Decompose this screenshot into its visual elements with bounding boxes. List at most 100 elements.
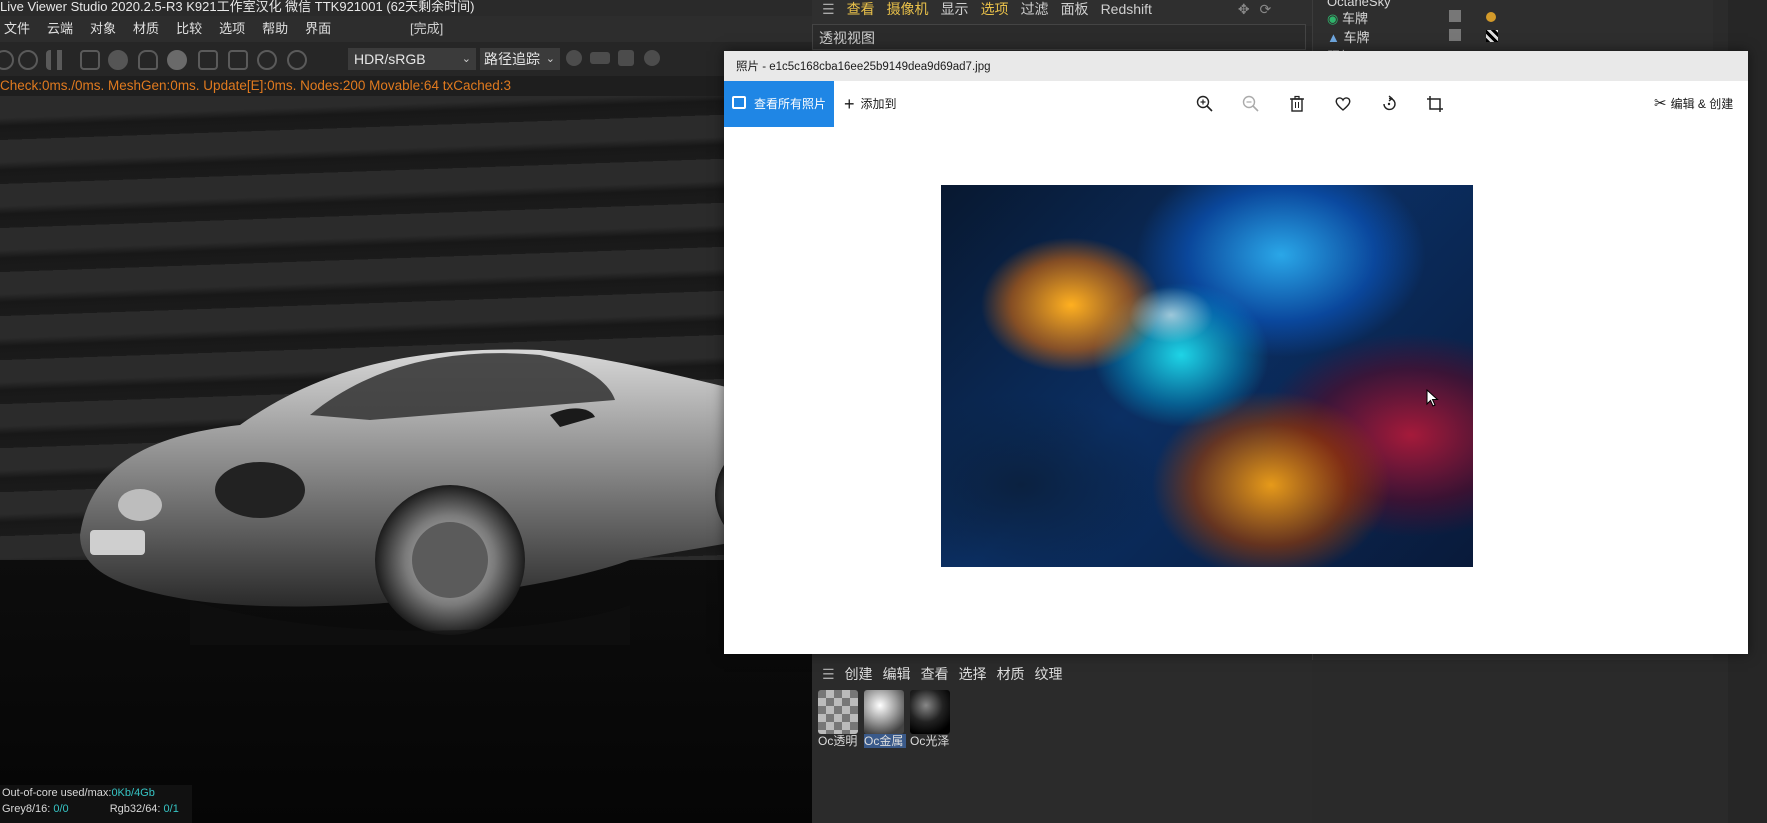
chevron-down-icon: ⌄ <box>545 53 555 65</box>
material-swatch[interactable]: Oc光泽 <box>910 690 950 750</box>
add-to-button[interactable]: + 添加到 <box>844 81 897 127</box>
menu-material[interactable]: 材质 <box>133 21 159 36</box>
photos-app-window: 照片 - e1c5c168cba16ee25b9149dea9d69ad7.jp… <box>724 51 1748 654</box>
clay-mode-icon[interactable] <box>566 50 582 66</box>
material-tag-icon[interactable] <box>1486 30 1498 42</box>
menu-camera[interactable]: 摄像机 <box>887 1 929 17</box>
material-preview <box>910 690 950 734</box>
polygon-object-icon: ▲ <box>1327 30 1340 45</box>
material-name: Oc光泽 <box>910 734 950 748</box>
see-all-label: 查看所有照片 <box>754 97 827 111</box>
menu-filter[interactable]: 过滤 <box>1021 1 1049 17</box>
menu-display[interactable]: 显示 <box>941 1 969 17</box>
menu-help[interactable]: 帮助 <box>262 21 288 36</box>
hamburger-icon[interactable]: ☰ <box>822 1 835 17</box>
zoom-out-icon[interactable] <box>1242 95 1260 113</box>
edit-create-button[interactable]: ✂ 编辑 & 创建 <box>1654 81 1733 127</box>
favorite-icon[interactable] <box>1334 95 1352 113</box>
photos-title-bar: 照片 - e1c5c168cba16ee25b9149dea9d69ad7.jp… <box>724 51 1748 81</box>
mouse-cursor-icon <box>1426 389 1439 407</box>
hamburger-icon[interactable]: ☰ <box>822 666 835 682</box>
film-icon[interactable] <box>590 52 610 64</box>
zoom-in-icon[interactable] <box>1196 95 1214 113</box>
displayed-photo[interactable] <box>941 185 1473 567</box>
ooc-label: Out-of-core used/max: <box>2 787 112 799</box>
memory-stats: Out-of-core used/max:0Kb/4Gb Grey8/16: 0… <box>0 785 192 823</box>
menu-compare[interactable]: 比较 <box>176 21 202 36</box>
menu-view[interactable]: 查看 <box>921 666 949 682</box>
window-title: Live Viewer Studio 2020.2.5-R3 K921工作室汉化… <box>0 0 812 16</box>
material-name: Oc透明 <box>818 734 858 748</box>
live-viewer-window: Live Viewer Studio 2020.2.5-R3 K921工作室汉化… <box>0 0 812 823</box>
render-mode-select[interactable]: 路径追踪 ⌄ <box>480 48 560 70</box>
camera-icon[interactable] <box>618 50 634 66</box>
material-swatch[interactable]: Oc金属 <box>864 690 906 750</box>
rotate-icon[interactable] <box>1380 95 1398 113</box>
color-mode-select[interactable]: HDR/sRGB ⌄ <box>348 48 476 70</box>
save-image-icon[interactable] <box>644 50 660 66</box>
menu-options[interactable]: 选项 <box>219 21 245 36</box>
chevron-down-icon: ⌄ <box>461 53 471 65</box>
material-preview <box>818 690 858 734</box>
menu-panel[interactable]: 面板 <box>1061 1 1089 17</box>
visibility-toggle-icon[interactable] <box>1449 10 1461 22</box>
menu-objects[interactable]: 对象 <box>90 21 116 36</box>
grey-label: Grey8/16: <box>2 803 54 815</box>
add-icon[interactable] <box>198 50 218 70</box>
menu-view[interactable]: 查看 <box>847 1 875 17</box>
pause-icon[interactable] <box>46 50 66 70</box>
material-ball-icon[interactable] <box>167 50 187 70</box>
null-object-icon: ◉ <box>1327 11 1339 26</box>
settings-gear-icon[interactable] <box>108 50 128 70</box>
object-row[interactable]: ▲ 车牌 <box>1327 27 1370 46</box>
rotate-view-icon[interactable]: ⟳ <box>1259 1 1271 17</box>
render-status: [完成] <box>410 21 444 36</box>
material-menu-bar: ☰ 创建 编辑 查看 选择 材质 纹理 <box>812 662 1302 686</box>
tag-icon[interactable] <box>1486 12 1496 22</box>
menu-file[interactable]: 文件 <box>4 21 30 36</box>
viewport-label: 透视视图 <box>819 30 875 46</box>
material-swatch[interactable]: Oc透明 <box>818 690 858 750</box>
add-to-label: 添加到 <box>860 97 897 111</box>
plus-icon: + <box>844 94 855 114</box>
rendered-car-image <box>80 349 810 645</box>
grey-value: 0/0 <box>53 803 69 815</box>
visibility-toggle-icon[interactable] <box>1449 29 1461 41</box>
menu-redshift[interactable]: Redshift <box>1101 1 1152 17</box>
see-all-photos-button[interactable]: 查看所有照片 <box>724 81 834 127</box>
send-scene-icon[interactable] <box>0 50 14 70</box>
perspective-viewport[interactable]: 透视视图 <box>812 24 1306 50</box>
pick-material-icon[interactable] <box>287 50 307 70</box>
crop-icon[interactable] <box>1426 95 1444 113</box>
menu-create[interactable]: 创建 <box>845 666 873 682</box>
menu-select[interactable]: 选择 <box>959 666 987 682</box>
menu-texture[interactable]: 纹理 <box>1035 666 1063 682</box>
object-row[interactable]: ◉ 车牌 <box>1327 8 1368 27</box>
photos-icon <box>732 96 746 109</box>
rgb-value: 0/1 <box>163 803 179 815</box>
menu-interface[interactable]: 界面 <box>305 21 331 36</box>
ooc-value: 0Kb/4Gb <box>111 787 155 799</box>
object-name: 车牌 <box>1343 30 1370 45</box>
attribute-manager <box>1312 660 1728 823</box>
refresh-icon[interactable] <box>18 50 38 70</box>
delete-icon[interactable] <box>1288 95 1306 113</box>
edit-create-label: 编辑 & 创建 <box>1670 97 1734 111</box>
material-name: Oc金属 <box>864 734 906 748</box>
render-mode-value: 路径追踪 <box>484 51 540 67</box>
menu-cloud[interactable]: 云端 <box>47 21 73 36</box>
rgb-label: Rgb32/64: <box>109 803 164 815</box>
menu-edit[interactable]: 编辑 <box>883 666 911 682</box>
menu-bar: 文件 云端 对象 材质 比较 选项 帮助 界面 <box>0 16 812 42</box>
menu-material[interactable]: 材质 <box>997 666 1025 682</box>
pick-focus-icon[interactable] <box>257 50 277 70</box>
lock-icon[interactable] <box>138 50 158 70</box>
color-mode-value: HDR/sRGB <box>354 51 426 67</box>
menu-options[interactable]: 选项 <box>981 1 1009 17</box>
edit-icon: ✂ <box>1654 95 1667 112</box>
render-stats: Check:0ms./0ms. MeshGen:0ms. Update[E]:0… <box>0 78 511 93</box>
material-preview <box>864 690 904 734</box>
region-render-icon[interactable] <box>80 50 100 70</box>
focus-icon[interactable] <box>228 50 248 70</box>
move-view-icon[interactable]: ✥ <box>1238 1 1250 17</box>
